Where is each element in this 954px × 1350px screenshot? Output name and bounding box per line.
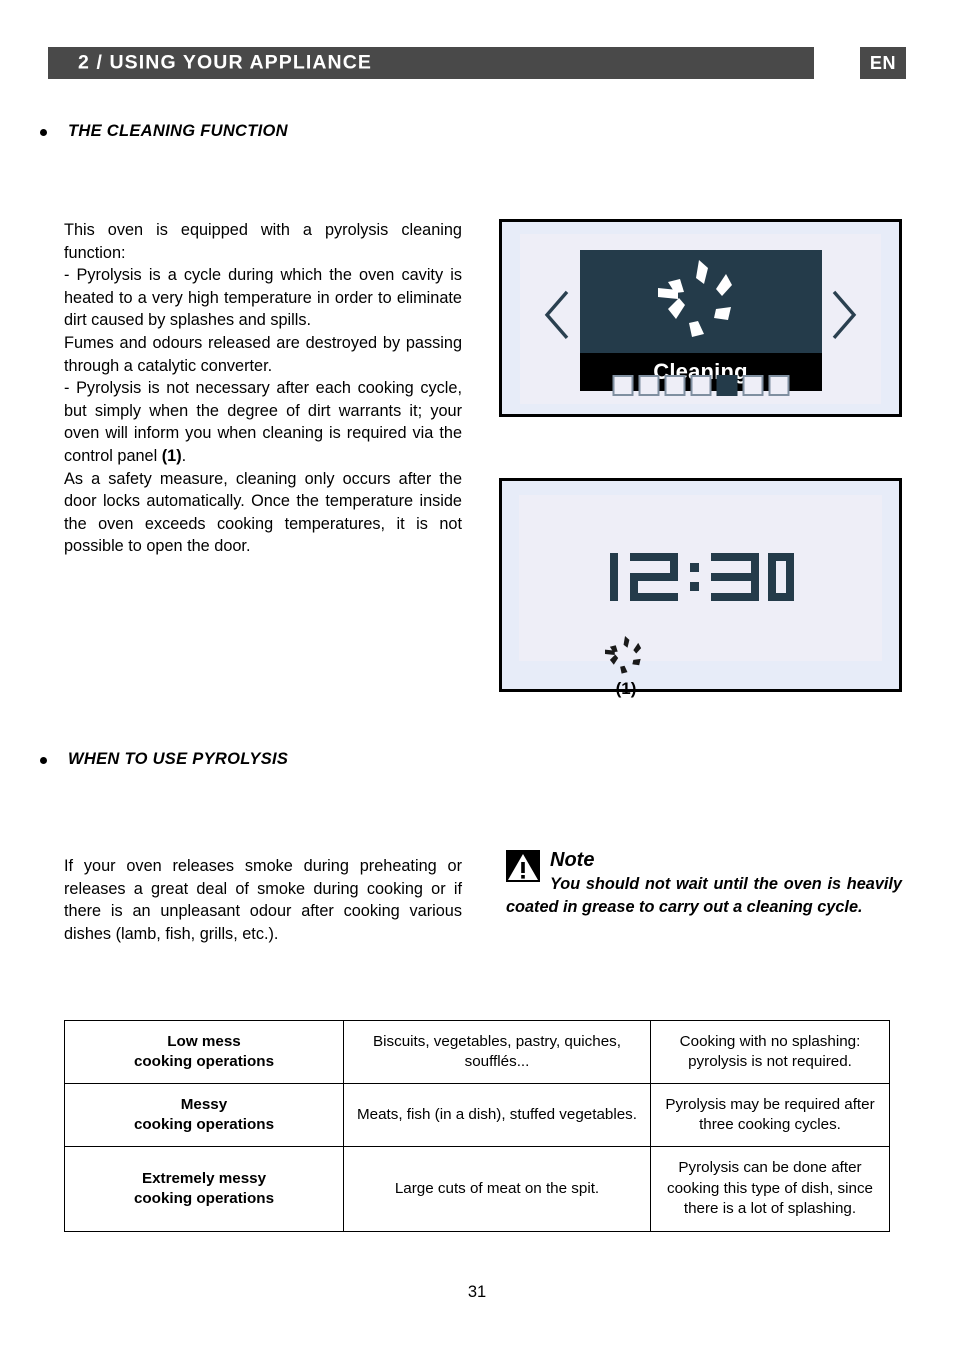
step-box[interactable] xyxy=(612,375,633,396)
paragraph-pyrolysis-cycle: - Pyrolysis is a cycle during which the … xyxy=(64,266,462,330)
bullet-icon xyxy=(40,757,47,764)
chevron-left-icon[interactable] xyxy=(544,289,570,341)
when-to-use-text: If your oven releases smoke during prehe… xyxy=(64,855,462,945)
paragraph-when-to-use: If your oven releases smoke during prehe… xyxy=(64,857,462,943)
step-box-active[interactable] xyxy=(716,375,737,396)
cleaning-function-text: This oven is equipped with a pyrolysis c… xyxy=(64,219,462,558)
paragraph-not-necessary-text: - Pyrolysis is not necessary after each … xyxy=(64,379,462,465)
table-cell-examples: Biscuits, vegetables, pastry, quiches, s… xyxy=(343,1020,651,1084)
table-cell-recommendation: Cooking with no splashing: pyrolysis is … xyxy=(650,1020,890,1084)
control-panel-reference: (1) xyxy=(161,446,182,465)
clock-display xyxy=(606,551,796,603)
table-row: Low mess cooking operations Biscuits, veg… xyxy=(64,1020,890,1084)
table-cell-recommendation: Pyrolysis can be done after cooking this… xyxy=(650,1146,890,1232)
table-cell-category: Extremely messy cooking operations xyxy=(64,1146,344,1232)
step-box[interactable] xyxy=(638,375,659,396)
table-cell-recommendation: Pyrolysis may be required after three co… xyxy=(650,1083,890,1147)
display-step-indicator xyxy=(612,375,789,396)
table-cell-category: Messy cooking operations xyxy=(64,1083,344,1147)
figure-oven-display-clock: (1) xyxy=(499,478,902,698)
bullet-icon xyxy=(40,129,47,136)
pyrolysis-swirl-icon xyxy=(603,635,649,677)
step-box[interactable] xyxy=(742,375,763,396)
paragraph-not-necessary: - Pyrolysis is not necessary after each … xyxy=(64,377,462,467)
table-cell-examples: Meats, fish (in a dish), stuffed vegetab… xyxy=(343,1083,651,1147)
page-title: 2 / USING YOUR APPLIANCE xyxy=(78,51,373,74)
clock-panel-body: (1) xyxy=(519,495,882,698)
warning-triangle-icon xyxy=(506,850,540,882)
pyrolysis-swirl-icon xyxy=(654,258,748,344)
table-row: Extremely messy cooking operations Large … xyxy=(64,1146,890,1232)
table-cell-category: Low mess cooking operations xyxy=(64,1020,344,1084)
display-screen: Cleaning xyxy=(579,250,822,391)
paragraph-intro: This oven is equipped with a pyrolysis c… xyxy=(64,221,462,262)
control-panel-reference-suffix: . xyxy=(181,446,187,465)
section-heading-label: THE CLEANING FUNCTION xyxy=(68,122,288,140)
chevron-right-icon[interactable] xyxy=(831,289,857,341)
paragraph-safety: As a safety measure, cleaning only occur… xyxy=(64,469,462,556)
step-box[interactable] xyxy=(664,375,685,396)
header-title-bar: 2 / USING YOUR APPLIANCE xyxy=(48,47,814,79)
section-heading-label: WHEN TO USE PYROLYSIS xyxy=(68,750,289,768)
figure-callout-label: (1) xyxy=(615,679,637,698)
note-block: Note You should not wait until the oven … xyxy=(506,848,902,918)
paragraph-fumes: Fumes and odours released are destroyed … xyxy=(64,333,462,375)
table-cell-examples: Large cuts of meat on the spit. xyxy=(343,1146,651,1232)
note-text: You should not wait until the oven is he… xyxy=(506,875,902,916)
language-badge: EN xyxy=(860,47,906,79)
figure-oven-display-cleaning: Cleaning xyxy=(499,219,902,417)
table-row: Messy cooking operations Meats, fish (in … xyxy=(64,1083,890,1147)
step-box[interactable] xyxy=(768,375,789,396)
note-title: Note xyxy=(550,849,595,871)
pyrolysis-recommendation-table: Low mess cooking operations Biscuits, veg… xyxy=(64,1020,890,1232)
display-panel-body: Cleaning xyxy=(520,234,881,404)
step-box[interactable] xyxy=(690,375,711,396)
page-header: 2 / USING YOUR APPLIANCE EN xyxy=(48,47,906,79)
page-number: 31 xyxy=(467,1283,487,1301)
